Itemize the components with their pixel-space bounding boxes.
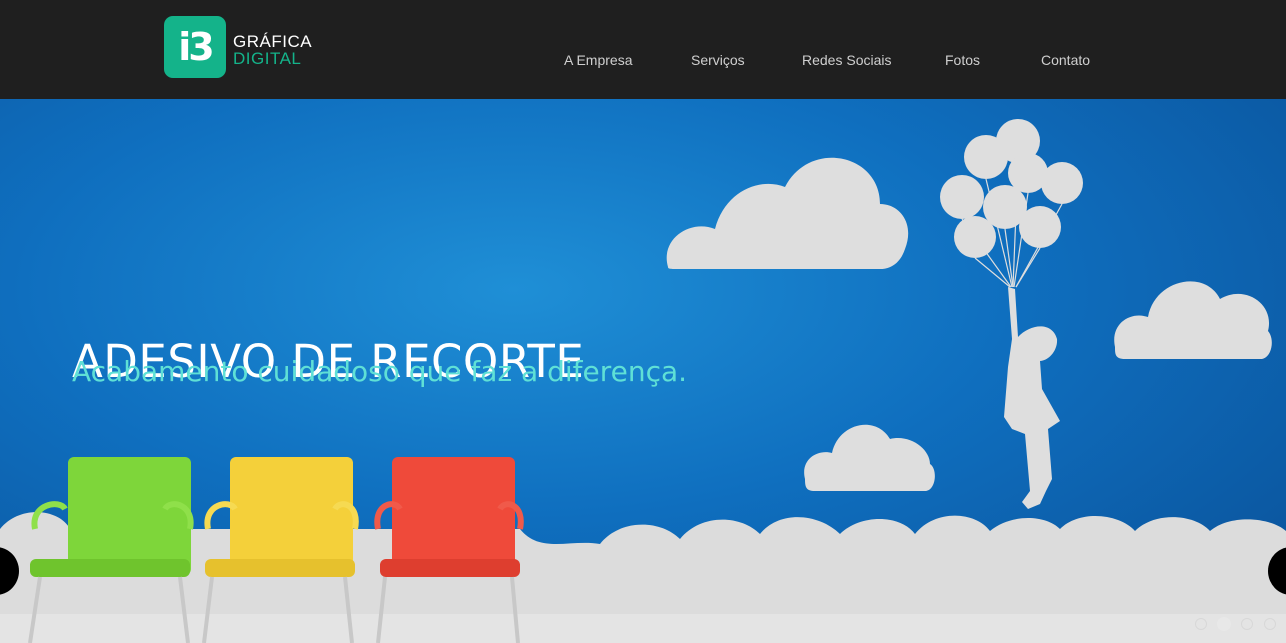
cloud-icon [1114,281,1272,359]
hero-slider: ADESIVO DE RECORTE Acabamento cuidadoso … [0,99,1286,643]
slide-dot-1[interactable] [1195,618,1207,630]
cloud-icon [804,424,935,491]
slider-pagination [1195,617,1281,632]
main-nav: A Empresa Serviços Redes Sociais Fotos C… [0,52,1286,70]
balloons-icon [940,119,1083,509]
logo-line-1: GRÁFICA [233,32,313,51]
nav-item-servicos[interactable]: Serviços [691,52,745,68]
hero-subtitle: Acabamento cuidadoso que faz a diferença… [72,355,688,388]
cloud-icon [666,157,909,269]
slide-dot-3[interactable] [1241,618,1253,630]
nav-item-contato[interactable]: Contato [1041,52,1090,68]
slide-dot-2[interactable] [1217,617,1231,631]
nav-item-redes-sociais[interactable]: Redes Sociais [802,52,892,68]
nav-item-a-empresa[interactable]: A Empresa [564,52,632,68]
nav-item-fotos[interactable]: Fotos [945,52,980,68]
slide-dot-4[interactable] [1264,618,1276,630]
site-header: i3 GRÁFICA DIGITAL A Empresa Serviços Re… [0,0,1286,99]
